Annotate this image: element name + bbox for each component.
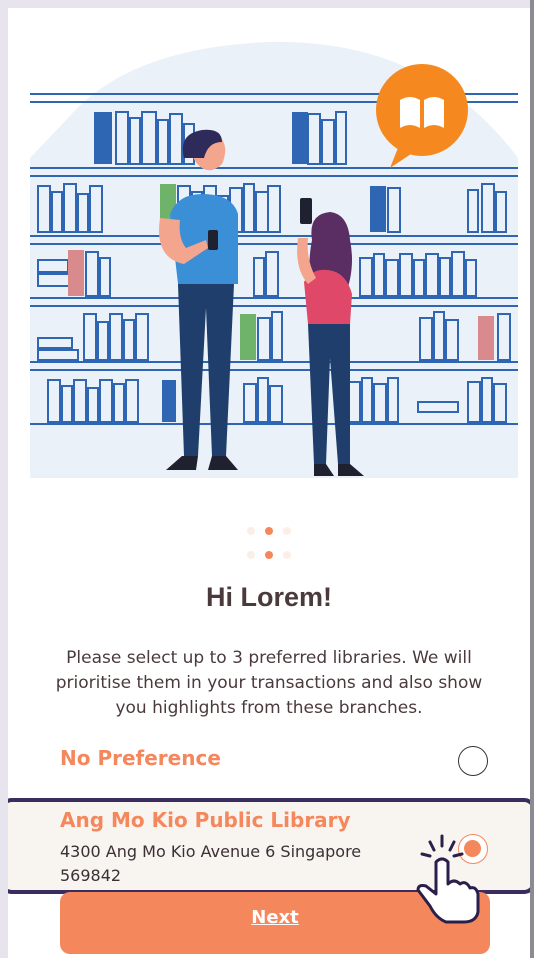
onboarding-screen: Hi Lorem! Please select up to 3 preferre… xyxy=(8,8,530,958)
page-indicator-bottom xyxy=(8,544,530,563)
library-address: 4300 Ang Mo Kio Avenue 6 Singapore xyxy=(60,842,362,861)
page-dot[interactable] xyxy=(247,527,255,535)
page-indicator-top xyxy=(8,520,530,539)
page-dot[interactable] xyxy=(283,527,291,535)
page-dot-active[interactable] xyxy=(265,551,273,559)
no-preference-radio[interactable] xyxy=(458,746,488,776)
greeting-title: Hi Lorem! xyxy=(205,582,332,612)
page-dot[interactable] xyxy=(283,551,291,559)
library-illustration xyxy=(30,41,518,478)
option-library-label[interactable]: Ang Mo Kio Public Library xyxy=(60,808,351,832)
page-dot-active[interactable] xyxy=(265,527,273,535)
library-postal-code: 569842 xyxy=(60,866,122,885)
window-edge xyxy=(530,0,534,958)
greeting-subtitle: Please select up to 3 preferred librarie… xyxy=(55,648,483,718)
page-dot[interactable] xyxy=(247,551,255,559)
option-no-preference-label[interactable]: No Preference xyxy=(60,746,221,770)
tap-hand-cursor-icon xyxy=(416,834,480,924)
